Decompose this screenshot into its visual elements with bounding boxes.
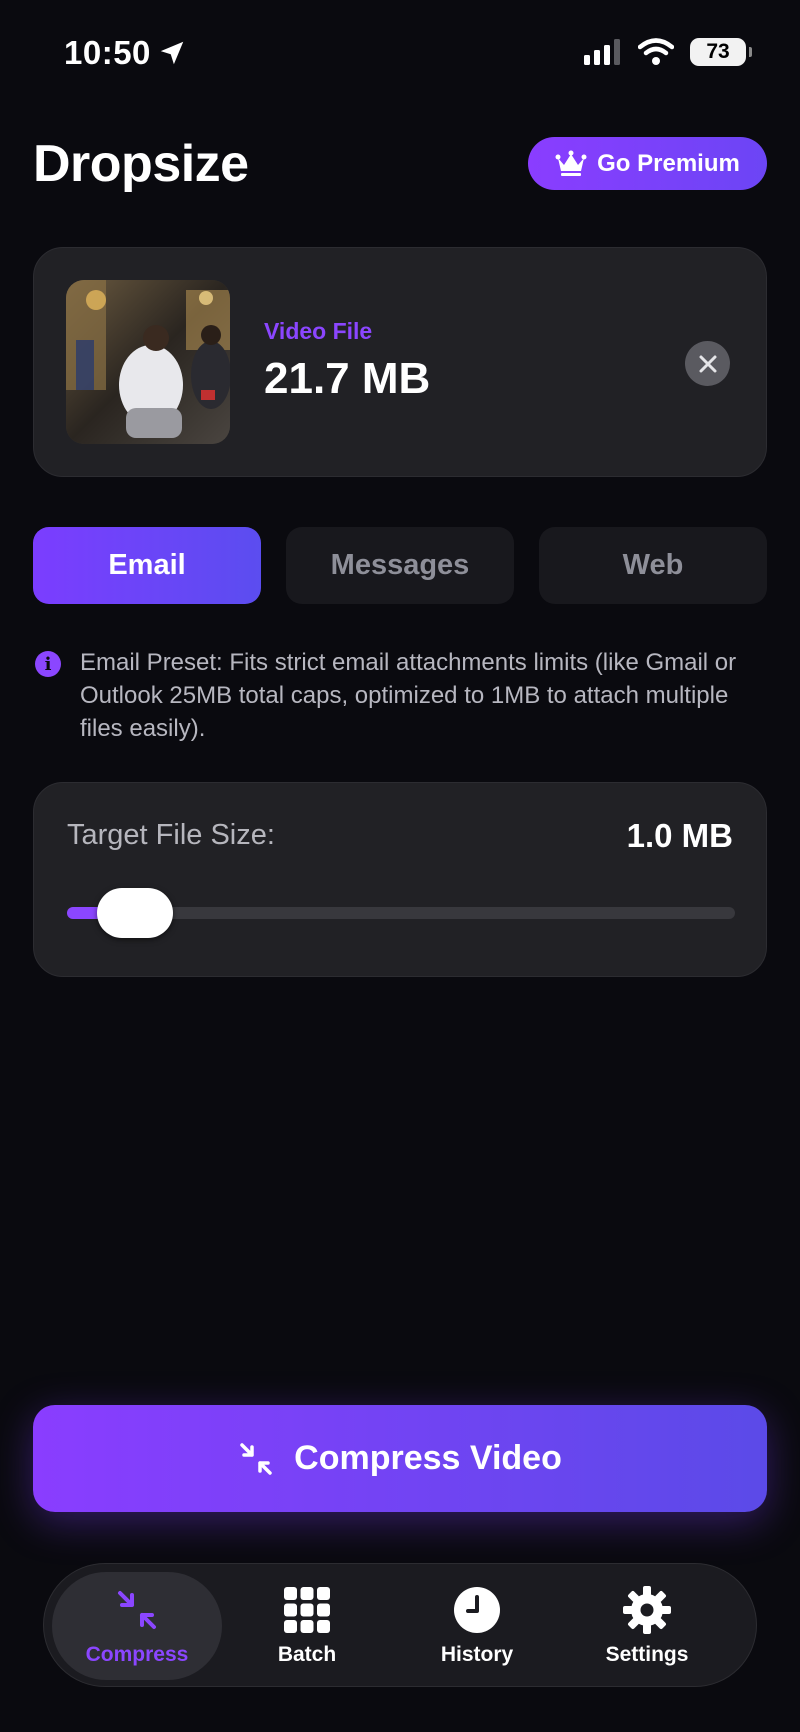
video-thumbnail-image	[66, 280, 230, 444]
nav-settings[interactable]: Settings	[562, 1572, 732, 1680]
nav-history-label: History	[440, 1643, 514, 1666]
bottom-tab-bar: Compress Batch History Settings	[43, 1563, 757, 1687]
selected-file-card: Video File 21.7 MB	[33, 247, 767, 477]
battery-level: 73	[706, 40, 730, 63]
gear-icon	[623, 1586, 671, 1634]
target-size-label: Target File Size:	[67, 819, 275, 851]
grid-icon	[284, 1587, 330, 1633]
battery-indicator: 73	[690, 38, 752, 66]
clock-icon	[454, 1587, 500, 1633]
tab-web[interactable]: Web	[539, 527, 767, 604]
tab-email-label: Email	[108, 549, 186, 581]
crown-icon	[555, 150, 587, 176]
close-icon	[699, 355, 716, 372]
nav-settings-label: Settings	[605, 1643, 689, 1666]
status-time-text: 10:50	[64, 34, 151, 71]
nav-compress-label: Compress	[85, 1643, 189, 1666]
status-time: 10:50	[64, 34, 187, 72]
slider-thumb[interactable]	[97, 888, 174, 938]
info-icon: i	[35, 651, 61, 677]
preset-description: Email Preset: Fits strict email attachme…	[80, 649, 737, 742]
compress-icon	[240, 1442, 272, 1475]
target-size-slider[interactable]	[67, 888, 735, 938]
cellular-signal-icon	[584, 39, 620, 65]
app-title: Dropsize	[33, 135, 249, 193]
nav-batch[interactable]: Batch	[222, 1572, 392, 1680]
status-bar: 10:50 73	[0, 0, 800, 110]
target-size-value: 1.0 MB	[626, 817, 733, 854]
video-thumbnail[interactable]	[66, 280, 230, 444]
tab-messages[interactable]: Messages	[286, 527, 514, 604]
nav-batch-label: Batch	[277, 1643, 337, 1666]
nav-history[interactable]: History	[392, 1572, 562, 1680]
compress-video-label: Compress Video	[294, 1439, 562, 1477]
remove-file-button[interactable]	[685, 341, 730, 386]
tab-web-label: Web	[622, 549, 684, 581]
compress-video-button[interactable]: Compress Video	[33, 1405, 767, 1512]
go-premium-label: Go Premium	[597, 149, 740, 177]
file-type-label: Video File	[264, 318, 373, 344]
status-indicators: 73	[584, 38, 752, 66]
go-premium-button[interactable]: Go Premium	[528, 137, 767, 190]
tab-email[interactable]: Email	[33, 527, 261, 604]
file-size: 21.7 MB	[264, 354, 431, 403]
location-arrow-icon	[160, 41, 184, 65]
tab-messages-label: Messages	[330, 549, 470, 581]
nav-compress[interactable]: Compress	[52, 1572, 222, 1680]
compress-icon	[118, 1591, 156, 1629]
target-size-card: Target File Size: 1.0 MB	[33, 782, 767, 977]
wifi-icon	[638, 38, 674, 65]
